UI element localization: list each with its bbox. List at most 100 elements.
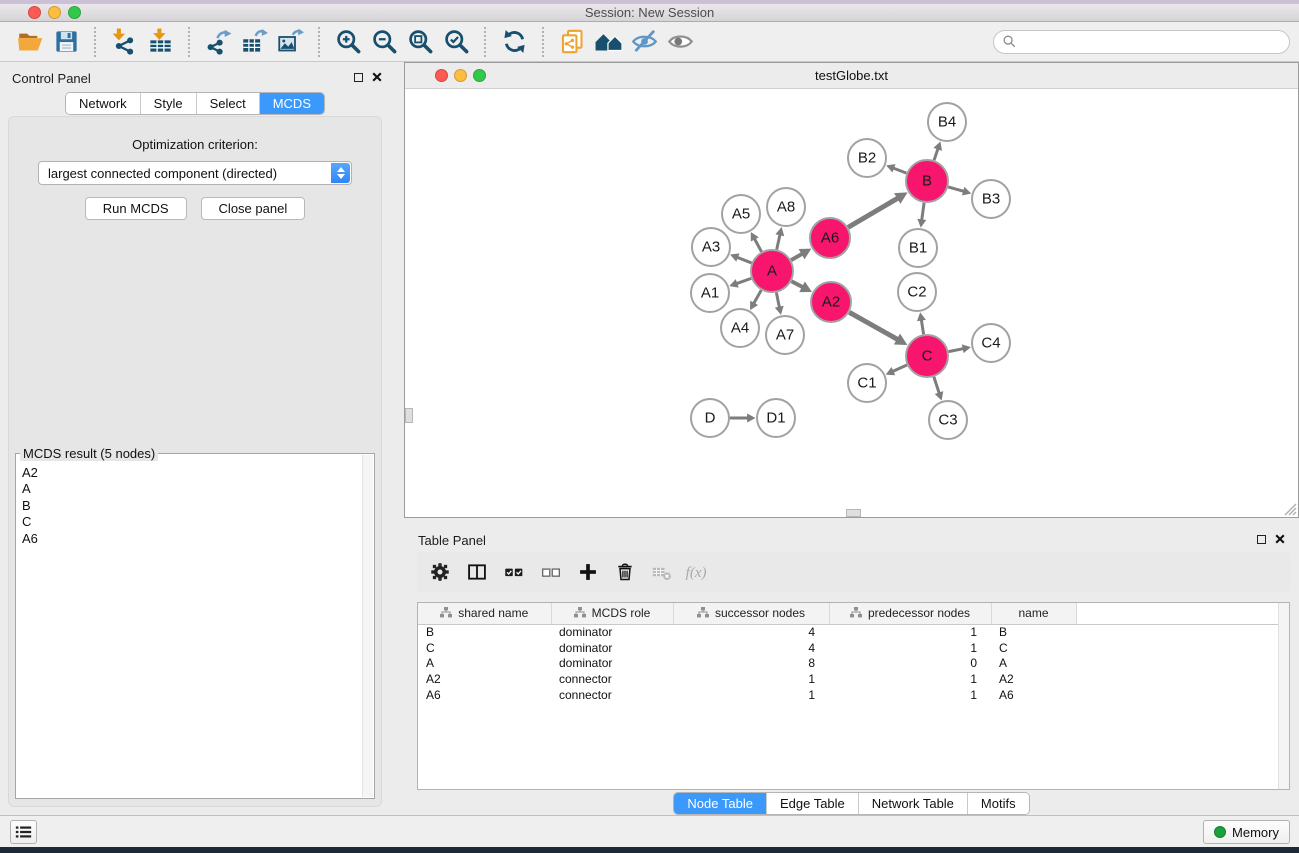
table-cell[interactable]: 1 [673,687,829,703]
table-cell[interactable]: A [418,656,551,672]
graph-edge-B-B2[interactable] [893,168,906,173]
clone-network-button[interactable] [554,26,590,58]
zoom-in-button[interactable] [330,26,366,58]
graph-edge-A-A2[interactable] [791,281,802,287]
table-scrollbar[interactable] [1278,603,1289,789]
run-mcds-button[interactable]: Run MCDS [85,197,187,220]
network-maximize-button[interactable] [473,69,486,82]
table-cell[interactable]: 4 [673,624,829,640]
table-close-panel-icon[interactable] [1275,534,1285,544]
hide-graphics-button[interactable] [626,26,662,58]
table-cell[interactable]: dominator [551,656,673,672]
settings-button[interactable] [425,557,455,587]
select-stepper-icon[interactable] [331,163,350,183]
window-resize-grip[interactable] [1281,500,1297,516]
table-cell[interactable]: 8 [673,656,829,672]
graph-edge-A-A1[interactable] [736,278,751,283]
delete-column-button[interactable] [610,557,640,587]
export-table-button[interactable] [236,26,272,58]
table-cell[interactable]: C [991,640,1076,656]
close-panel-button[interactable]: Close panel [201,197,306,220]
table-cell[interactable]: dominator [551,640,673,656]
export-image-button[interactable] [272,26,308,58]
table-cell[interactable]: 0 [829,656,991,672]
graph-edge-C-C2[interactable] [921,320,923,335]
table-cell[interactable]: dominator [551,624,673,640]
import-table-button[interactable] [142,26,178,58]
mcds-result-item[interactable]: A [22,481,362,497]
clear-selection-button[interactable] [536,557,566,587]
float-panel-icon[interactable] [354,73,363,82]
table-cell[interactable]: B [991,624,1076,640]
search-input[interactable] [1022,33,1281,51]
table-row[interactable]: Cdominator41C [418,640,1289,656]
graph-edge-B-B1[interactable] [922,203,924,221]
table-cell[interactable]: connector [551,671,673,687]
table-cell[interactable]: 1 [829,671,991,687]
select-all-button[interactable] [499,557,529,587]
network-window-titlebar[interactable]: testGlobe.txt [405,63,1298,89]
zoom-selected-button[interactable] [438,26,474,58]
graph-edge-A-A3[interactable] [737,257,752,263]
table-cell[interactable]: A6 [418,687,551,703]
graph-edge-A-A4[interactable] [754,290,762,303]
zoom-fit-button[interactable] [402,26,438,58]
graph-edge-C-C3[interactable] [934,377,939,394]
mcds-result-item[interactable]: A6 [22,531,362,547]
graph-edge-A-A5[interactable] [754,239,761,252]
table-cell[interactable]: B [418,624,551,640]
table-cell[interactable]: A2 [991,671,1076,687]
table-row[interactable]: A6connector11A6 [418,687,1289,703]
tab-select[interactable]: Select [196,93,259,114]
network-minimize-button[interactable] [454,69,467,82]
minimize-window-button[interactable] [48,6,61,19]
home-button[interactable] [590,26,626,58]
close-panel-icon[interactable] [372,72,382,82]
table-cell[interactable]: 1 [829,624,991,640]
split-view-button[interactable] [462,557,492,587]
graph-edge-A2-C[interactable] [849,312,897,339]
tab-style[interactable]: Style [140,93,196,114]
tab-edge-table[interactable]: Edge Table [766,793,858,814]
refresh-button[interactable] [496,26,532,58]
column-header-successor-nodes[interactable]: successor nodes [673,603,829,624]
graph-edge-C-C4[interactable] [949,349,964,352]
zoom-out-button[interactable] [366,26,402,58]
maximize-window-button[interactable] [68,6,81,19]
automation-panel-button[interactable] [10,820,37,844]
canvas-v-scroll-handle[interactable] [405,408,413,423]
memory-button[interactable]: Memory [1203,820,1290,844]
column-header-predecessor-nodes[interactable]: predecessor nodes [829,603,991,624]
tab-network-table[interactable]: Network Table [858,793,967,814]
table-cell[interactable]: A [991,656,1076,672]
app-titlebar[interactable]: Session: New Session [0,4,1299,22]
table-row[interactable]: Bdominator41B [418,624,1289,640]
graph-edge-B-B4[interactable] [934,148,938,160]
network-canvas[interactable]: AA1A3A5A8A4A7A6A2BB2B4B3B1CC2C4C1C3DD1 [405,89,1298,517]
criterion-select[interactable]: largest connected component (directed) [38,161,352,185]
table-cell[interactable]: A6 [991,687,1076,703]
graph-edge-C-C1[interactable] [892,365,906,372]
table-float-panel-icon[interactable] [1257,535,1266,544]
close-window-button[interactable] [28,6,41,19]
graph-edge-A-A7[interactable] [776,293,779,308]
save-session-button[interactable] [48,26,84,58]
tab-node-table[interactable]: Node Table [674,793,766,814]
column-header-name[interactable]: name [991,603,1076,624]
graph-edge-B-B3[interactable] [948,187,964,191]
add-column-button[interactable] [573,557,603,587]
mcds-result-scrollbar[interactable] [362,455,373,797]
mcds-result-item[interactable]: B [22,498,362,514]
table-row[interactable]: A2connector11A2 [418,671,1289,687]
export-network-button[interactable] [200,26,236,58]
tab-mcds[interactable]: MCDS [259,93,324,114]
table-cell[interactable]: 1 [829,687,991,703]
tab-network[interactable]: Network [66,93,140,114]
column-header-shared-name[interactable]: shared name [418,603,551,624]
mcds-result-item[interactable]: A2 [22,465,362,481]
mcds-result-item[interactable]: C [22,514,362,530]
graph-edge-A-A6[interactable] [791,254,802,260]
table-cell[interactable]: 1 [829,640,991,656]
import-network-button[interactable] [106,26,142,58]
search-box[interactable] [993,30,1290,54]
